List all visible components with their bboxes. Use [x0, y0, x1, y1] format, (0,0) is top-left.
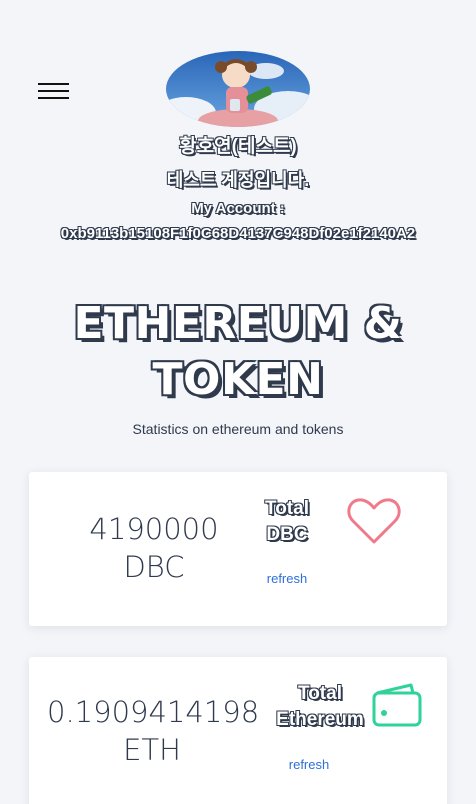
menu-line	[38, 83, 69, 85]
menu-line	[38, 97, 69, 99]
avatar[interactable]	[166, 51, 310, 127]
eth-unit: ETH	[123, 733, 181, 767]
eth-label-line2: Ethereum	[276, 709, 364, 730]
dbc-refresh-link[interactable]: refresh	[257, 571, 317, 586]
page-title-line1: ETHEREUM &	[73, 298, 403, 349]
menu-line	[38, 90, 69, 92]
hamburger-menu-button[interactable]	[38, 82, 70, 102]
wallet-icon	[372, 683, 422, 727]
page-title-line2: TOKEN	[152, 354, 324, 405]
dbc-label: Total DBC	[247, 496, 327, 548]
dbc-label-line2: DBC	[266, 524, 308, 545]
stat-card-eth: 0.1909414198 ETH Total Ethereum refresh	[29, 657, 447, 804]
eth-value: 0.1909414198 ETH	[47, 693, 260, 769]
dbc-amount: 4190000	[89, 512, 219, 546]
eth-refresh-link[interactable]: refresh	[279, 757, 339, 772]
stat-card-dbc: 4190000 DBC Total DBC refresh	[29, 472, 447, 626]
dbc-unit: DBC	[123, 550, 185, 584]
eth-label: Total Ethereum	[265, 681, 375, 733]
page-subtitle: Statistics on ethereum and tokens	[132, 421, 344, 437]
profile-description: 테스트 계정입니다.	[166, 170, 310, 190]
eth-label-line1: Total	[298, 683, 342, 704]
dbc-value: 4190000 DBC	[59, 510, 249, 586]
account-label: My Account :	[191, 200, 285, 217]
profile-name: 황호연(테스트)	[179, 136, 297, 157]
avatar-image	[166, 51, 310, 127]
page-title: ETHEREUM & TOKEN	[0, 296, 476, 408]
account-address: 0xb9113b15108F1f0C68D4137C948Df02e1f2140…	[60, 225, 416, 242]
dbc-label-line1: Total	[265, 498, 309, 519]
eth-amount: 0.1909414198	[47, 695, 260, 729]
heart-icon	[347, 498, 401, 544]
